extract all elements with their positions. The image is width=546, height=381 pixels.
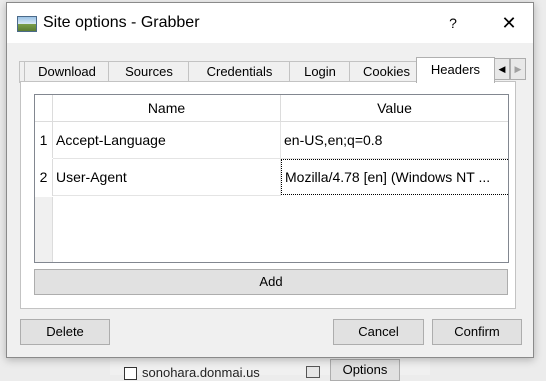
row-number[interactable]: 1	[35, 122, 53, 158]
header-name-cell[interactable]: User-Agent	[53, 159, 281, 196]
site-options-dialog: Site options - Grabber ? ✕ Download Sour…	[6, 2, 534, 358]
confirm-button[interactable]: Confirm	[432, 319, 522, 345]
headers-table: Name Value 1 Accept-Language en-US,en;q=…	[34, 94, 509, 263]
header-name-cell[interactable]: Accept-Language	[53, 122, 281, 159]
headers-panel: Name Value 1 Accept-Language en-US,en;q=…	[20, 81, 516, 309]
tab-download[interactable]: Download	[24, 61, 110, 82]
help-button[interactable]: ?	[437, 7, 469, 39]
close-button[interactable]: ✕	[493, 7, 525, 39]
background-folder-icon[interactable]	[306, 366, 320, 378]
header-value-cell[interactable]: en-US,en;q=0.8	[281, 122, 508, 159]
header-value-cell[interactable]: Mozilla/4.78 [en] (Windows NT ...	[281, 159, 508, 195]
tab-credentials[interactable]: Credentials	[188, 61, 291, 82]
delete-button[interactable]: Delete	[20, 319, 110, 345]
tab-headers[interactable]: Headers	[416, 57, 495, 83]
add-header-button[interactable]: Add	[34, 269, 508, 295]
tab-login[interactable]: Login	[289, 61, 351, 82]
column-header-name[interactable]: Name	[53, 95, 281, 122]
column-header-value[interactable]: Value	[281, 95, 508, 122]
tab-cookies[interactable]: Cookies	[349, 61, 424, 82]
row-number[interactable]: 2	[35, 159, 53, 196]
window-title: Site options - Grabber	[43, 14, 200, 31]
row-gutter	[35, 197, 53, 262]
tab-bar: Download Sources Credentials Login Cooki…	[19, 57, 526, 83]
background-options-button[interactable]: Options	[330, 359, 400, 381]
cancel-button[interactable]: Cancel	[333, 319, 424, 345]
title-bar: Site options - Grabber ? ✕	[7, 3, 533, 43]
background-site-label: sonohara.donmai.us	[142, 365, 260, 380]
tab-scroll-right-icon[interactable]: ▶	[510, 58, 526, 80]
app-icon	[17, 16, 37, 32]
table-corner	[35, 95, 53, 122]
tab-sources[interactable]: Sources	[108, 61, 190, 82]
tab-scroll-left-icon[interactable]: ◀	[494, 58, 510, 80]
